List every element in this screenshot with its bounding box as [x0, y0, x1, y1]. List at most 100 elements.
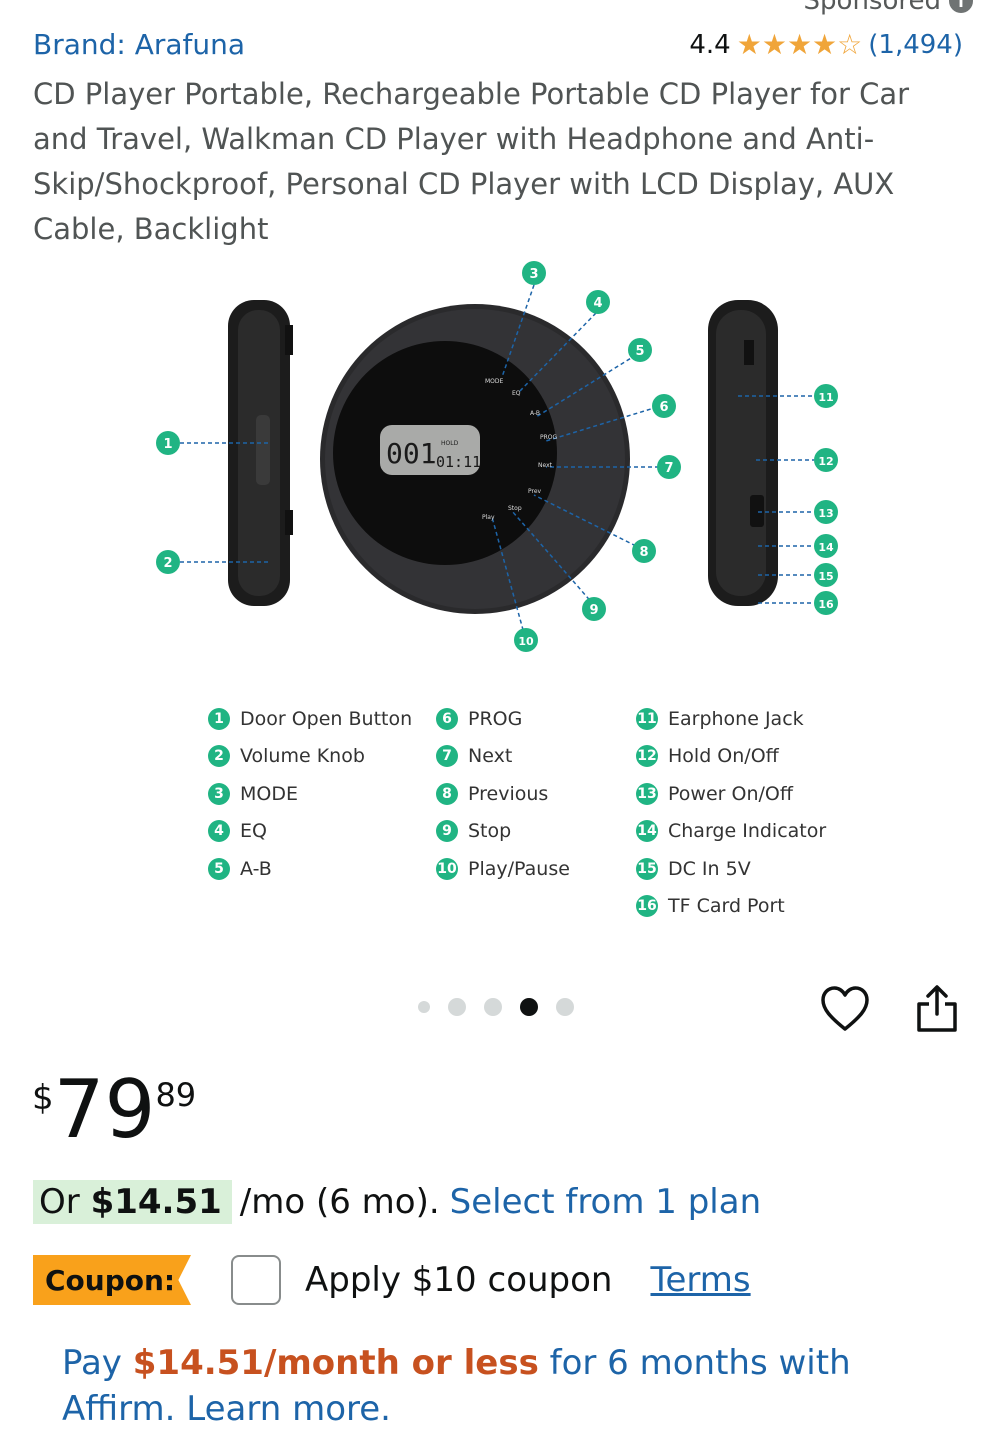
disc-label-stop: Stop: [508, 505, 522, 512]
disc-label-prev: Prev: [528, 488, 542, 495]
legend-label: Stop: [468, 820, 512, 843]
select-plan-link[interactable]: Select from 1 plan: [450, 1182, 761, 1222]
legend-label: PROG: [468, 707, 523, 730]
legend-item: 15 DC In 5V: [636, 850, 826, 888]
callout-16: 16: [818, 598, 834, 611]
legend-item: 1 Door Open Button: [208, 700, 412, 738]
carousel-dot[interactable]: [484, 998, 502, 1016]
star-icon: ★: [761, 27, 787, 61]
brand-rating-row: Brand: Arafuna 4.4 ★ ★ ★ ★ ☆ (1,494): [33, 28, 963, 61]
heart-icon[interactable]: [820, 985, 870, 1033]
carousel-dot-active[interactable]: [520, 998, 538, 1016]
legend-badge: 15: [636, 857, 658, 880]
lcd-tag-text: HOLD: [441, 440, 459, 447]
installment-amount: $14.51: [90, 1182, 222, 1222]
affirm-message[interactable]: Pay $14.51/month or less for 6 months wi…: [62, 1340, 962, 1432]
legend-badge: 3: [208, 782, 230, 805]
disc-label-ab: A-B: [530, 410, 540, 417]
legend-badge: 4: [208, 820, 230, 843]
legend-item: 16 TF Card Port: [636, 888, 826, 926]
legend-column-2: 6 PROG 7 Next 8 Previous 9 Stop 10 Play/Pause: [436, 700, 570, 888]
legend-item: 8 Previous: [436, 775, 570, 813]
price-whole: 79: [53, 1063, 156, 1156]
star-rating: ★ ★ ★ ★ ☆: [736, 27, 863, 61]
legend-badge: 11: [636, 707, 658, 730]
legend-label: Next: [468, 745, 513, 768]
carousel-dot[interactable]: [418, 1001, 430, 1013]
coupon-checkbox[interactable]: [231, 1255, 281, 1305]
affirm-amount: $14.51/month or less: [132, 1343, 539, 1383]
legend-badge: 6: [436, 707, 458, 730]
disc-label-prog: PROG: [540, 434, 558, 441]
star-half-icon: ☆: [837, 27, 863, 61]
legend-badge: 9: [436, 820, 458, 843]
callout-5: 5: [635, 344, 644, 359]
legend-badge: 12: [636, 745, 658, 768]
legend-label: Power On/Off: [668, 782, 793, 805]
legend-item: 4 EQ: [208, 813, 412, 851]
sponsored-label[interactable]: Sponsored i: [804, 0, 973, 16]
legend-badge: 2: [208, 745, 230, 768]
legend-label: Previous: [468, 782, 549, 805]
lcd-small-text: 01:11: [436, 453, 481, 471]
price-symbol: $: [32, 1078, 54, 1118]
legend-badge: 13: [636, 782, 658, 805]
share-icon[interactable]: [915, 984, 959, 1034]
product-price: $ 79 89: [32, 1068, 196, 1152]
lcd-main-text: 001: [386, 437, 437, 470]
legend-item: 13 Power On/Off: [636, 775, 826, 813]
legend-label: Earphone Jack: [668, 707, 804, 730]
legend-label: TF Card Port: [668, 895, 785, 918]
installment-terms: /mo (6 mo).: [239, 1182, 440, 1222]
legend-badge: 1: [208, 707, 230, 730]
callout-10: 10: [518, 635, 534, 648]
callout-9: 9: [589, 603, 598, 618]
callout-4: 4: [593, 296, 602, 311]
carousel-dot[interactable]: [556, 998, 574, 1016]
legend-item: 3 MODE: [208, 775, 412, 813]
coupon-badge: Coupon:: [33, 1255, 191, 1305]
callout-15: 15: [818, 570, 833, 583]
review-count-link[interactable]: (1,494): [868, 30, 963, 60]
legend-label: Volume Knob: [240, 745, 365, 768]
disc-label-play: Play: [482, 514, 495, 521]
price-fraction: 89: [155, 1076, 197, 1114]
legend-badge: 7: [436, 745, 458, 768]
coupon-terms-link[interactable]: Terms: [650, 1260, 750, 1300]
star-icon: ★: [786, 27, 813, 61]
legend-item: 7 Next: [436, 738, 570, 776]
star-icon: ★: [812, 27, 838, 61]
affirm-pay: Pay: [62, 1343, 122, 1383]
legend-badge: 16: [636, 895, 658, 918]
callout-7: 7: [664, 461, 673, 476]
rating-value: 4.4: [689, 29, 731, 60]
disc-label-mode: MODE: [485, 378, 504, 385]
coupon-text[interactable]: Apply $10 coupon: [305, 1260, 612, 1300]
main-disc: 001 01:11 HOLD: [320, 304, 630, 614]
star-icon: ★: [736, 27, 762, 61]
legend-item: 10 Play/Pause: [436, 850, 570, 888]
legend-badge: 5: [208, 857, 230, 880]
affirm-learn-more-link[interactable]: Learn more.: [186, 1389, 391, 1429]
legend-label: Play/Pause: [468, 857, 570, 880]
legend-label: Charge Indicator: [668, 820, 827, 843]
legend-badge: 8: [436, 782, 458, 805]
info-icon[interactable]: i: [949, 0, 973, 13]
carousel-dot[interactable]: [448, 998, 466, 1016]
callout-14: 14: [818, 541, 834, 554]
legend-label: A-B: [240, 857, 272, 880]
legend-badge: 10: [436, 857, 458, 880]
callout-13: 13: [818, 507, 833, 520]
disc-label-eq: EQ: [512, 390, 521, 397]
brand-link[interactable]: Brand: Arafuna: [33, 28, 245, 61]
right-side-view: [708, 300, 778, 606]
callout-3: 3: [529, 267, 538, 282]
legend-item: 2 Volume Knob: [208, 738, 412, 776]
legend-label: EQ: [240, 820, 267, 843]
legend-badge: 14: [636, 820, 658, 843]
callout-2: 2: [163, 556, 172, 571]
legend-label: DC In 5V: [668, 857, 751, 880]
left-side-view: [228, 300, 293, 606]
product-title[interactable]: CD Player Portable, Rechargeable Portabl…: [33, 72, 968, 252]
rating-summary[interactable]: 4.4 ★ ★ ★ ★ ☆ (1,494): [689, 30, 963, 60]
